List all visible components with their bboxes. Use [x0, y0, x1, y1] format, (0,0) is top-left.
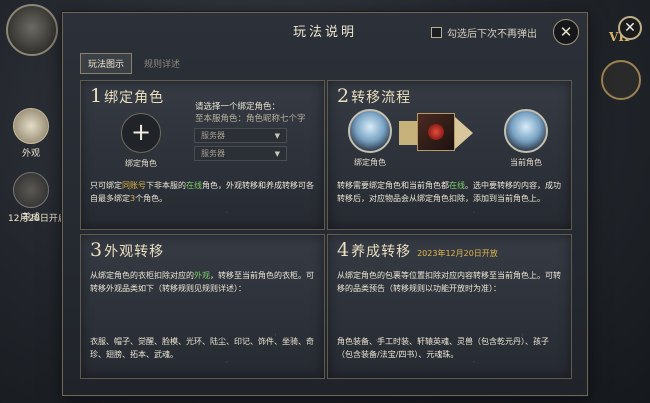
panel-transfer-flow: 2 转移流程 绑定角色 当前角色 转移需要绑定角色和当前角色都在线。选中要转移的…	[327, 80, 572, 230]
no-popup-checkbox[interactable]	[431, 27, 442, 38]
current-character-label: 当前角色	[510, 158, 542, 167]
no-popup-label: 勾选后下次不再弹出	[447, 29, 537, 40]
panel-number: 2	[337, 85, 350, 107]
select-hint-sub: 至本服角色：角色昵称七个字	[195, 114, 306, 124]
background-close-button[interactable]: ✕	[618, 16, 642, 40]
panel-number: 1	[90, 85, 103, 107]
select-hint-title: 请选择一个绑定角色：	[195, 102, 281, 112]
game-emblem[interactable]	[6, 4, 58, 56]
cultivation-icon	[13, 172, 49, 208]
panel-title: 外观转移	[104, 244, 165, 260]
panel-description: 从绑定角色的包裹等位置扣除对应内容转移至当前角色上。可转移的品类预告（转移规则以…	[337, 271, 561, 293]
panel-description: 从绑定角色的衣柜扣除对应的外观，转移至当前角色的衣柜。可转移外观品类如下（转移规…	[90, 271, 314, 293]
cultivation-category-list: 角色装备、手工时装、轩辕英魂、灵兽（包含乾元丹）、孩子（包含装备/法宝/四书）、…	[337, 337, 549, 359]
dialog-tabs: 玩法图示 规则详述	[80, 53, 188, 74]
panel-bind-character: 1 绑定角色 + 绑定角色 请选择一个绑定角色： 至本服角色：角色昵称七个字 服…	[80, 80, 325, 230]
open-date-note: 2023年12月20日开放	[417, 249, 498, 258]
server-select-2-value: 服务器	[201, 149, 225, 158]
appearance-side-label: 外观	[21, 149, 40, 159]
vip-ring-icon	[601, 60, 641, 100]
bound-character-label: 绑定角色	[354, 158, 386, 167]
panel-title: 转移流程	[351, 90, 412, 106]
panel-title: 养成转移	[351, 244, 412, 260]
panel-description: 只可绑定同账号下非本服的在线角色，外观转移和养成转移可各自最多绑定3个角色。	[90, 181, 314, 203]
chevron-down-icon: ▼	[274, 131, 280, 140]
tab-illustration[interactable]: 玩法图示	[80, 53, 133, 74]
bound-character-avatar	[348, 109, 392, 153]
add-bind-character-label: 绑定角色	[125, 159, 157, 168]
transfer-arrow-tail	[399, 121, 417, 145]
select-hint: 请选择一个绑定角色： 至本服角色：角色昵称七个字	[195, 101, 306, 125]
panel-number: 3	[90, 239, 103, 261]
server-select-1-value: 服务器	[201, 131, 225, 140]
appearance-category-list: 衣服、帽子、觉醒、脸模、光环、陆尘、印记、饰件、坐骑、奇珍、翅膀、拓本、武魂。	[90, 337, 314, 359]
add-bind-character-button[interactable]: +	[121, 113, 161, 153]
panel-cultivation-transfer: 4 养成转移 2023年12月20日开放 从绑定角色的包裹等位置扣除对应内容转移…	[327, 234, 572, 379]
transfer-item-icon	[417, 113, 455, 151]
vip-badge[interactable]: VIP	[598, 30, 644, 120]
chevron-down-icon: ▼	[274, 149, 280, 158]
appearance-side-button[interactable]: 外观	[2, 108, 60, 159]
panel-appearance-transfer: 3 外观转移 从绑定角色的衣柜扣除对应的外观，转移至当前角色的衣柜。可转移外观品…	[80, 234, 325, 379]
server-select-2[interactable]: 服务器 ▼	[194, 146, 287, 161]
dialog-close-button[interactable]: ✕	[553, 19, 579, 45]
appearance-icon	[13, 108, 49, 144]
tab-rules[interactable]: 规则详述	[136, 53, 188, 74]
no-popup-option[interactable]: 勾选后下次不再弹出	[431, 25, 537, 40]
panel-number: 4	[337, 239, 350, 261]
rules-dialog: 玩法说明 勾选后下次不再弹出 ✕ 玩法图示 规则详述 1 绑定角色 + 绑定角色…	[62, 12, 588, 396]
panel-description: 转移需要绑定角色和当前角色都在线。选中要转移的内容，成功转移后，对应物品会从绑定…	[337, 181, 561, 203]
transfer-arrow-icon	[455, 117, 473, 149]
current-character-avatar	[504, 109, 548, 153]
panel-title: 绑定角色	[104, 90, 165, 106]
server-select-1[interactable]: 服务器 ▼	[194, 128, 287, 143]
open-date-label: 12月20日开启	[8, 214, 67, 224]
